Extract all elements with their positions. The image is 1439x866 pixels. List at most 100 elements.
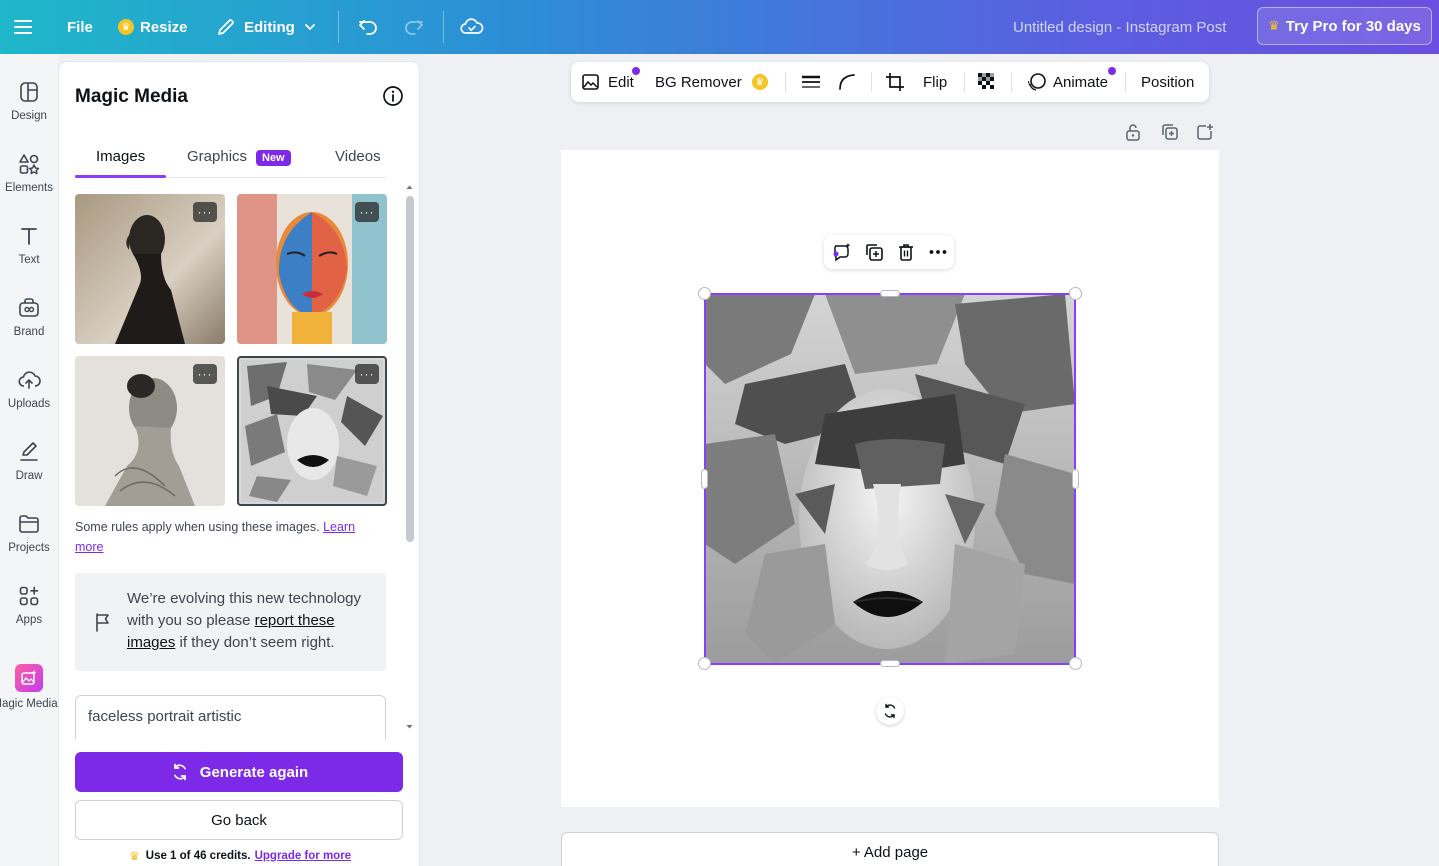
try-pro-button[interactable]: ♛ Try Pro for 30 days	[1257, 7, 1432, 45]
editing-label: Editing	[244, 18, 295, 36]
add-page-icon[interactable]	[1195, 122, 1215, 142]
border-style-icon[interactable]	[801, 62, 821, 102]
magic-media-icon	[15, 664, 43, 692]
resize-handle-bottom-left[interactable]	[698, 657, 711, 670]
rail-item-elements[interactable]: Elements	[0, 140, 58, 212]
magic-comment-icon[interactable]	[832, 242, 852, 262]
file-menu[interactable]: File	[67, 0, 93, 54]
left-rail: Design Elements Text Brand Uploads Draw …	[0, 54, 58, 866]
crop-icon[interactable]	[885, 62, 905, 102]
rail-label: Design	[11, 110, 47, 122]
scroll-up-arrow-icon[interactable]	[403, 182, 416, 192]
rail-item-design[interactable]: Design	[0, 68, 58, 140]
generate-again-label: Generate again	[199, 763, 309, 781]
rail-label: Magic Media	[0, 698, 58, 710]
add-page-button[interactable]: + Add page	[561, 832, 1219, 866]
transparency-icon[interactable]	[977, 62, 997, 102]
rail-label: Brand	[13, 326, 45, 338]
cloud-sync-icon[interactable]	[460, 0, 484, 54]
more-options-button[interactable]: ···	[193, 202, 217, 222]
bg-remover-label: BG Remover	[655, 73, 742, 91]
position-button[interactable]: Position	[1141, 62, 1194, 102]
rail-item-magic-media[interactable]: Magic Media	[0, 654, 58, 726]
trash-icon[interactable]	[896, 242, 916, 262]
redo-icon[interactable]	[403, 0, 425, 54]
animate-label: Animate	[1053, 73, 1109, 91]
panel-scrollbar[interactable]	[403, 182, 416, 734]
resize-handle-right[interactable]	[1072, 469, 1079, 489]
info-icon[interactable]	[382, 85, 404, 107]
panel-title: Magic Media	[75, 86, 188, 107]
cloud-upload-icon	[18, 371, 41, 389]
toolbar-divider	[871, 72, 872, 92]
duplicate-page-icon[interactable]	[1159, 122, 1179, 142]
more-options-button[interactable]: ···	[355, 202, 379, 222]
scrollbar-thumb[interactable]	[406, 196, 414, 542]
crown-icon: ♛	[751, 74, 768, 90]
media-tabs: Images Graphics New Videos	[75, 148, 386, 178]
rail-item-uploads[interactable]: Uploads	[0, 356, 58, 428]
go-back-button[interactable]: Go back	[75, 800, 403, 840]
usage-rules-text: Some rules apply when using these images…	[75, 517, 375, 557]
tab-videos[interactable]: Videos	[335, 148, 381, 165]
document-title[interactable]: Untitled design - Instagram Post	[1013, 0, 1226, 54]
resize-label: Resize	[140, 18, 188, 36]
duplicate-icon[interactable]	[864, 242, 884, 262]
shapes-icon	[19, 154, 40, 175]
flip-button[interactable]: Flip	[923, 62, 947, 102]
edit-image-button[interactable]: Edit	[581, 62, 634, 102]
lock-icon[interactable]	[1123, 122, 1143, 142]
bg-remover-button[interactable]: BG Remover ♛	[655, 62, 768, 102]
notification-dot	[1108, 67, 1116, 75]
result-image-1[interactable]: ···	[75, 194, 225, 344]
rail-item-draw[interactable]: Draw	[0, 428, 58, 500]
result-image-4-selected[interactable]: ···	[237, 356, 387, 506]
more-options-button[interactable]: ···	[193, 364, 217, 384]
scroll-down-arrow-icon[interactable]	[403, 722, 416, 732]
corner-rounding-icon[interactable]	[837, 62, 857, 102]
editing-mode-button[interactable]: Editing	[216, 0, 317, 54]
rail-item-apps[interactable]: Apps	[0, 572, 58, 644]
resize-handle-top-left[interactable]	[698, 287, 711, 300]
notice-text-end: if they don’t seem right.	[175, 634, 335, 651]
resize-handle-top[interactable]	[880, 290, 900, 297]
result-image-2[interactable]: ···	[237, 194, 387, 344]
menu-icon[interactable]	[14, 0, 32, 54]
upgrade-link[interactable]: Upgrade for more	[255, 850, 352, 862]
image-context-toolbar: Edit BG Remover ♛ Flip Animate Position	[571, 62, 1209, 102]
result-image-3[interactable]: ···	[75, 356, 225, 506]
feedback-notice: We’re evolving this new technology with …	[75, 573, 386, 671]
credits-text: Use 1 of 46 credits.	[145, 850, 251, 862]
text-icon	[21, 228, 37, 245]
crown-icon: ♛	[1268, 18, 1280, 33]
animate-icon	[1028, 73, 1046, 91]
more-options-button[interactable]: ···	[355, 364, 379, 384]
brand-icon	[19, 298, 39, 317]
resize-handle-bottom[interactable]	[880, 660, 900, 667]
prompt-input[interactable]: faceless portrait artistic	[75, 695, 386, 739]
apps-grid-icon	[19, 586, 39, 606]
resize-handle-bottom-right[interactable]	[1069, 657, 1082, 670]
toolbar-divider	[964, 72, 965, 92]
rules-label: Some rules apply when using these images…	[75, 520, 324, 534]
animate-button[interactable]: Animate	[1027, 62, 1108, 102]
tab-images[interactable]: Images	[96, 148, 145, 165]
more-options-icon[interactable]	[928, 242, 948, 262]
resize-button[interactable]: ♛ Resize	[118, 0, 188, 54]
go-back-label: Go back	[211, 811, 267, 829]
rail-label: Text	[18, 254, 40, 266]
rotate-handle[interactable]	[876, 697, 904, 725]
tab-graphics[interactable]: Graphics	[187, 148, 247, 165]
resize-handle-left[interactable]	[701, 469, 708, 489]
rail-item-projects[interactable]: Projects	[0, 500, 58, 572]
flag-icon	[96, 613, 109, 632]
file-label: File	[67, 18, 93, 36]
element-quick-actions	[824, 235, 954, 269]
folder-icon	[19, 515, 39, 533]
undo-icon[interactable]	[357, 0, 379, 54]
rail-item-text[interactable]: Text	[0, 212, 58, 284]
generate-again-button[interactable]: Generate again	[75, 752, 403, 792]
rail-item-brand[interactable]: Brand	[0, 284, 58, 356]
resize-handle-top-right[interactable]	[1069, 287, 1082, 300]
notification-dot	[632, 67, 640, 75]
